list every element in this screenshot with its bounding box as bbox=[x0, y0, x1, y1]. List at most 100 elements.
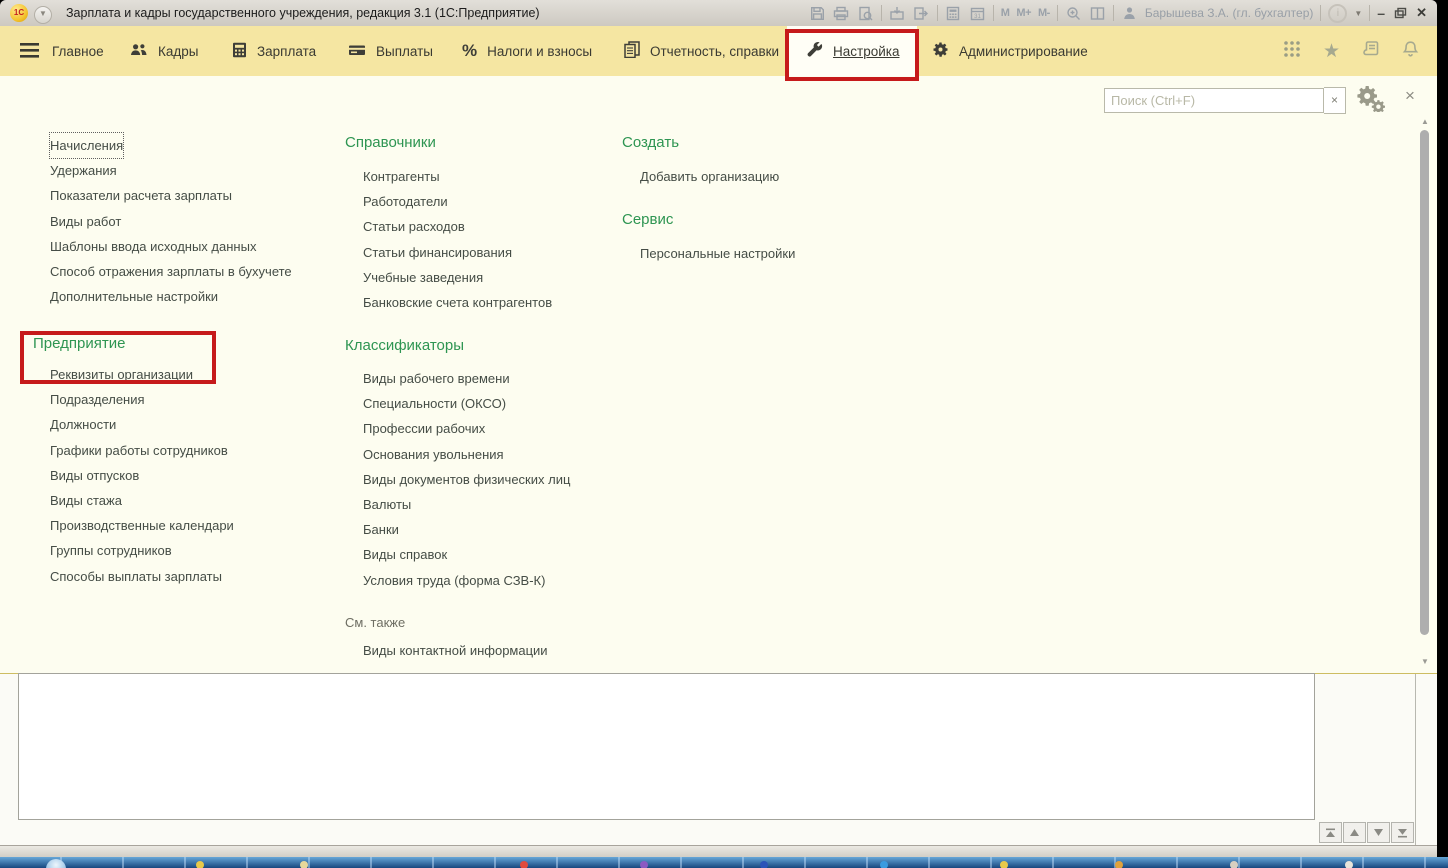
highlight-box-enterprise bbox=[20, 331, 216, 384]
hamburger-menu-icon[interactable] bbox=[20, 43, 39, 63]
favorites-star-icon[interactable]: ★ bbox=[1323, 40, 1340, 63]
percent-icon: % bbox=[462, 41, 477, 61]
panel-settings-gears-icon[interactable] bbox=[1356, 86, 1386, 117]
menu-link[interactable]: Специальности (ОКСО) bbox=[363, 391, 506, 416]
taskbar-app-icon[interactable] bbox=[1115, 861, 1123, 868]
menu-link[interactable]: Работодатели bbox=[363, 189, 448, 214]
menu-link[interactable]: Дополнительные настройки bbox=[50, 284, 218, 309]
close-button[interactable]: ✕ bbox=[1416, 5, 1427, 21]
taskbar-app-icon[interactable] bbox=[640, 861, 648, 868]
menu-link[interactable]: Шаблоны ввода исходных данных bbox=[50, 234, 256, 259]
menu-link[interactable]: Способ отражения зарплаты в бухучете bbox=[50, 259, 292, 284]
menu-link[interactable]: Добавить организацию bbox=[640, 164, 779, 189]
start-button[interactable] bbox=[46, 859, 66, 868]
taskbar-app-icon[interactable] bbox=[300, 861, 308, 868]
klassifikatory-menu-list: Виды рабочего времениСпециальности (ОКСО… bbox=[363, 366, 570, 593]
menu-link[interactable]: Виды справок bbox=[363, 542, 447, 567]
memory-m-button[interactable]: M bbox=[1001, 7, 1010, 19]
tab-kadry[interactable]: Кадры bbox=[124, 26, 204, 76]
info-icon[interactable]: i bbox=[1328, 4, 1347, 23]
scroll-to-top-button[interactable] bbox=[1319, 822, 1342, 843]
split-view-icon[interactable] bbox=[1089, 5, 1106, 22]
menu-link[interactable]: Валюты bbox=[363, 492, 411, 517]
zoom-icon[interactable] bbox=[1065, 5, 1082, 22]
restore-button[interactable] bbox=[1392, 5, 1409, 22]
menu-link[interactable]: Способы выплаты зарплаты bbox=[50, 564, 222, 589]
attach-file-icon[interactable] bbox=[889, 5, 906, 22]
scroll-up-button[interactable] bbox=[1343, 822, 1366, 843]
save-icon[interactable] bbox=[809, 5, 826, 22]
menu-link[interactable]: Виды документов физических лиц bbox=[363, 467, 570, 492]
menu-link[interactable]: Учебные заведения bbox=[363, 265, 483, 290]
scrollbar-up-icon[interactable]: ▲ bbox=[1420, 118, 1430, 126]
memory-mplus-button[interactable]: M+ bbox=[1016, 7, 1031, 19]
menu-link[interactable]: Начисления bbox=[50, 133, 123, 158]
print-preview-icon[interactable] bbox=[857, 5, 874, 22]
menu-link[interactable]: Условия труда (форма СЗВ-К) bbox=[363, 568, 545, 593]
menu-link[interactable]: Персональные настройки bbox=[640, 241, 795, 266]
scrollbar-thumb[interactable] bbox=[1420, 130, 1429, 635]
titlebar-separator bbox=[1057, 5, 1058, 21]
menu-link[interactable]: Группы сотрудников bbox=[50, 538, 172, 563]
taskbar-app-icon[interactable] bbox=[1230, 861, 1238, 868]
menu-link[interactable]: Удержания bbox=[50, 158, 117, 183]
calendar-icon[interactable]: 31 bbox=[969, 5, 986, 22]
scrollbar-down-icon[interactable]: ▼ bbox=[1420, 658, 1430, 666]
menu-link[interactable]: Показатели расчета зарплаты bbox=[50, 183, 232, 208]
menu-link[interactable]: Подразделения bbox=[50, 387, 145, 412]
menu-link[interactable]: Виды контактной информации bbox=[363, 638, 548, 663]
menu-link[interactable]: Виды отпусков bbox=[50, 463, 139, 488]
tab-vyplaty[interactable]: Выплаты bbox=[342, 26, 439, 76]
spravochniki-menu-list: КонтрагентыРаботодателиСтатьи расходовСт… bbox=[363, 164, 552, 315]
menu-link[interactable]: Виды работ bbox=[50, 209, 121, 234]
scroll-to-bottom-button[interactable] bbox=[1391, 822, 1414, 843]
tab-otchetnost[interactable]: Отчетность, справки bbox=[618, 26, 785, 76]
notifications-bell-icon[interactable] bbox=[1402, 40, 1419, 63]
search-area: × bbox=[1104, 87, 1346, 114]
menu-link[interactable]: Виды стажа bbox=[50, 488, 122, 513]
menu-link[interactable]: Статьи финансирования bbox=[363, 240, 512, 265]
tab-zarplata[interactable]: Зарплата bbox=[226, 26, 322, 76]
menu-link[interactable]: Производственные календари bbox=[50, 513, 234, 538]
workspace bbox=[0, 674, 1437, 845]
menu-link[interactable]: Профессии рабочих bbox=[363, 416, 485, 441]
taskbar-app-icon[interactable] bbox=[520, 861, 528, 868]
taskbar-app-icon[interactable] bbox=[196, 861, 204, 868]
print-icon[interactable] bbox=[833, 5, 850, 22]
menu-link[interactable]: Контрагенты bbox=[363, 164, 440, 189]
menu-link[interactable]: Основания увольнения bbox=[363, 442, 504, 467]
menu-link[interactable]: Должности bbox=[50, 412, 116, 437]
tab-nalogi[interactable]: % Налоги и взносы bbox=[456, 26, 598, 76]
main-menu-caret-button[interactable]: ▼ bbox=[34, 6, 52, 24]
memory-mminus-button[interactable]: M- bbox=[1038, 7, 1050, 19]
taskbar-app-icon[interactable] bbox=[760, 861, 768, 868]
menu-link[interactable]: Статьи расходов bbox=[363, 214, 465, 239]
create-menu-list: Добавить организацию bbox=[640, 164, 779, 189]
tab-administrirovanie[interactable]: Администрирование bbox=[926, 26, 1094, 76]
taskbar-app-icon[interactable] bbox=[1000, 861, 1008, 868]
highlight-box-nastroyka-tab bbox=[785, 29, 919, 81]
menu-link[interactable]: Банковские счета контрагентов bbox=[363, 290, 552, 315]
all-functions-grid-icon[interactable] bbox=[1283, 40, 1301, 63]
menu-link[interactable]: Виды рабочего времени bbox=[363, 366, 510, 391]
scroll-down-button[interactable] bbox=[1367, 822, 1390, 843]
minimize-button[interactable]: – bbox=[1377, 8, 1385, 18]
menu-link[interactable]: Банки bbox=[363, 517, 399, 542]
history-icon[interactable] bbox=[1362, 40, 1380, 63]
search-clear-button[interactable]: × bbox=[1324, 87, 1346, 114]
panel-close-icon[interactable]: × bbox=[1400, 86, 1420, 106]
window-title: Зарплата и кадры государственного учрежд… bbox=[66, 6, 540, 20]
search-input[interactable] bbox=[1104, 88, 1324, 113]
panel-scrollbar[interactable]: ▲ ▼ bbox=[1418, 118, 1432, 666]
menu-link[interactable]: Графики работы сотрудников bbox=[50, 438, 228, 463]
titlebar-menu-caret-icon[interactable]: ▼ bbox=[1354, 9, 1362, 18]
taskbar-app-icon[interactable] bbox=[880, 861, 888, 868]
current-user-label: Барышева З.А. (гл. бухгалтер) bbox=[1145, 6, 1314, 20]
tab-glavnoe[interactable]: Главное bbox=[46, 26, 110, 76]
titlebar-toolbar: 31 M M+ M- Барышева З.А. (гл. бухгалтер) bbox=[809, 3, 1427, 23]
calculator-icon[interactable] bbox=[945, 5, 962, 22]
send-file-icon[interactable] bbox=[913, 5, 930, 22]
taskbar[interactable] bbox=[0, 857, 1448, 868]
taskbar-app-icon[interactable] bbox=[1345, 861, 1353, 868]
section-header-spravochniki: Справочники bbox=[345, 134, 436, 151]
